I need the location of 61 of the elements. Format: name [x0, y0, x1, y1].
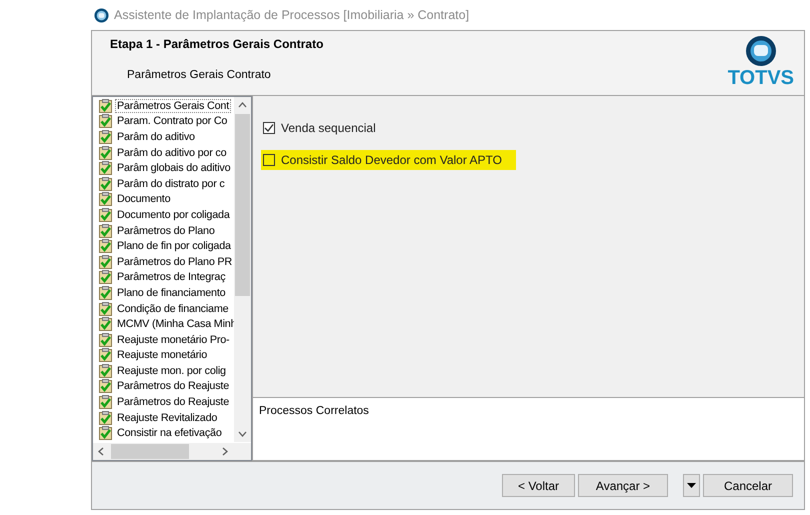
dropdown-button[interactable] — [683, 474, 700, 497]
step-item[interactable]: Reajuste monetário — [116, 349, 208, 362]
clipboard-check-icon — [99, 98, 112, 113]
clipboard-check-icon — [99, 395, 112, 410]
clipboard-check-icon — [99, 114, 112, 128]
clipboard-check-icon — [99, 364, 112, 378]
caret-icon — [687, 483, 696, 488]
clipboard-check-icon — [99, 239, 112, 254]
step-item[interactable]: Parâmetros do Plano — [116, 224, 216, 237]
clipboard-check-icon — [99, 192, 112, 206]
step-subtitle: Parâmetros Gerais Contrato — [127, 69, 272, 81]
clipboard-check-icon — [99, 332, 112, 347]
clipboard-check-icon — [99, 254, 112, 269]
wizard-button[interactable]: Cancelar — [703, 474, 793, 497]
step-item[interactable]: Parâm globais do aditivo — [116, 162, 232, 174]
step-item[interactable]: Condição de financiame — [116, 302, 230, 315]
clipboard-check-icon — [99, 176, 112, 191]
clipboard-check-icon — [99, 224, 112, 238]
step-item[interactable]: Consistir na efetivação — [116, 427, 223, 440]
clipboard-check-icon — [99, 130, 112, 144]
clipboard-check-icon — [99, 146, 112, 160]
vertical-scrollbar[interactable] — [234, 97, 251, 442]
panel-title: Processos Correlatos — [259, 405, 369, 417]
logo-text: TOTVS — [728, 67, 794, 89]
step-item[interactable]: Reajuste Revitalizado — [116, 412, 218, 424]
checkbox[interactable] — [263, 154, 275, 166]
horizontal-scrollbar[interactable] — [93, 443, 251, 460]
clipboard-check-icon — [99, 208, 112, 222]
checkbox[interactable] — [263, 122, 275, 134]
step-item[interactable]: Reajuste monetário Pro- — [116, 334, 230, 346]
clipboard-check-icon — [99, 379, 112, 394]
step-item[interactable]: Parâmetros Gerais Cont — [116, 100, 230, 112]
option-label: Venda sequencial — [281, 121, 376, 135]
step-item[interactable]: Documento por coligada — [116, 208, 231, 221]
step-item[interactable]: Parâmetros do Plano PR — [116, 256, 234, 268]
step-item[interactable]: Reajuste mon. por colig — [116, 364, 227, 377]
clipboard-check-icon — [99, 286, 112, 300]
wizard-button[interactable]: Avançar > — [578, 474, 668, 497]
wizard-button[interactable]: < Voltar — [502, 474, 575, 497]
clipboard-check-icon — [99, 270, 112, 284]
step-item[interactable]: Plano de fin por coligada — [116, 240, 232, 252]
step-title: Etapa 1 - Parâmetros Gerais Contrato — [110, 37, 324, 51]
clipboard-check-icon — [99, 426, 112, 440]
clipboard-check-icon — [99, 348, 112, 362]
clipboard-check-icon — [99, 302, 112, 316]
step-item[interactable]: Parâmetros do Reajuste — [116, 396, 230, 408]
step-item[interactable]: Plano de financiamento — [116, 286, 226, 299]
option-label: Consistir Saldo Devedor com Valor APTO — [281, 153, 502, 167]
window-title: Assistente de Implantação de Processos [Imobiliaria » Contrato] — [114, 8, 470, 22]
clipboard-check-icon — [99, 410, 112, 425]
step-item[interactable]: Parâm do distrato por c — [116, 178, 226, 190]
step-item[interactable]: Parâm do aditivo — [116, 130, 196, 143]
step-item[interactable]: Parâm do aditivo por co — [116, 146, 228, 159]
step-item[interactable]: Param. Contrato por Co — [116, 115, 228, 128]
logo-icon — [744, 35, 777, 67]
step-item[interactable]: Parâmetros de Integraç — [116, 271, 226, 284]
app-logo-icon — [94, 8, 109, 22]
step-item[interactable]: Parâmetros do Reajuste — [116, 380, 230, 392]
clipboard-check-icon — [99, 317, 112, 332]
clipboard-check-icon — [99, 161, 112, 176]
step-item[interactable]: Documento — [116, 193, 172, 206]
